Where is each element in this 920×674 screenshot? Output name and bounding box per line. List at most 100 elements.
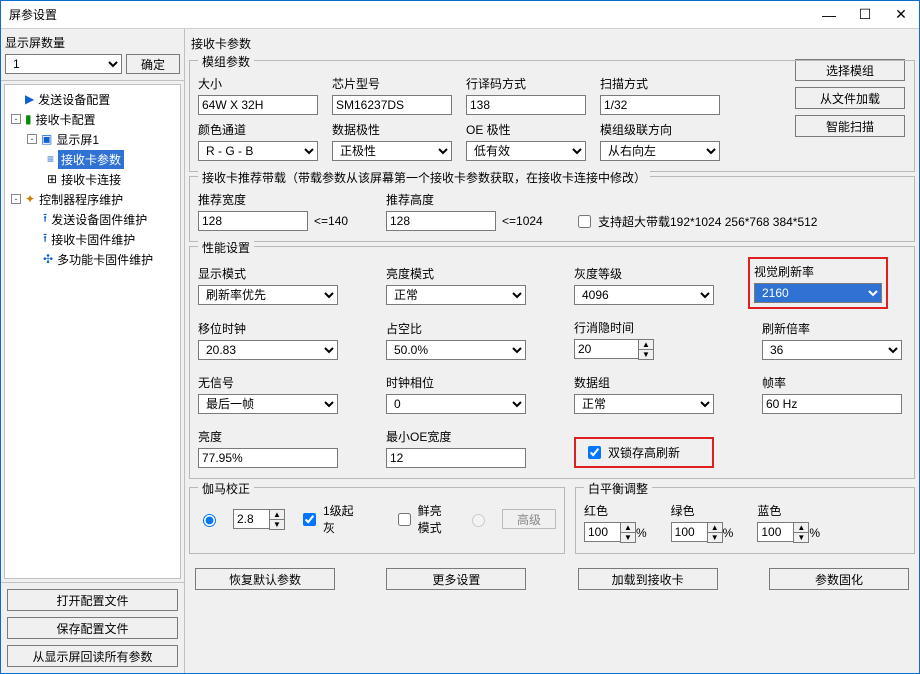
wb-g-field[interactable] [671,522,707,542]
cascade-select[interactable]: 从右向左 [600,141,720,161]
wb-b-field[interactable] [757,522,793,542]
bright-mode-select[interactable]: 正常 [386,285,526,305]
module-legend: 模组参数 [198,53,254,70]
vivid-checkbox[interactable]: 鲜亮模式 [394,502,453,536]
decode-field [466,95,586,115]
rec-h-hint: <=1024 [502,214,543,228]
spin-down[interactable]: ▼ [620,532,636,543]
gamma-radio[interactable] [198,511,219,527]
clk-phase-label: 时钟相位 [386,374,526,391]
minimize-button[interactable]: — [811,1,847,28]
spin-up[interactable]: ▲ [793,522,809,532]
size-field [198,95,318,115]
disp-mode-select[interactable]: 刷新率优先 [198,285,338,305]
confirm-button[interactable]: 确定 [126,54,180,74]
tree-multi-fw[interactable]: ✣ 多功能卡固件维护 [7,249,178,269]
duty-select[interactable]: 50.0% [386,340,526,360]
spin-down[interactable]: ▼ [793,532,809,543]
min-oe-label: 最小OE宽度 [386,428,526,445]
chip-field [332,95,452,115]
dual-latch-checkbox[interactable]: 双锁存高刷新 [574,437,714,468]
wb-g-label: 绿色 [671,502,734,519]
decode-label: 行译码方式 [466,75,586,92]
spin-down[interactable]: ▼ [707,532,723,543]
advanced-button: 高级 [502,509,556,529]
duty-label: 占空比 [386,320,526,337]
color-select[interactable]: R - G - B [198,141,318,161]
perf-legend: 性能设置 [198,239,254,256]
clk-phase-select[interactable]: 0 [386,394,526,414]
adv-radio[interactable] [467,511,488,527]
tree-display1[interactable]: - ▣ 显示屏1 [7,129,178,149]
tree-recv-params[interactable]: ≡ 接收卡参数 [7,149,178,169]
blank-field[interactable] [574,339,638,359]
spin-down[interactable]: ▼ [269,519,285,530]
open-config-button[interactable]: 打开配置文件 [7,589,178,611]
oe-label: OE 极性 [466,121,586,138]
polarity-select[interactable]: 正极性 [332,141,452,161]
upload-icon: ⭱ [43,209,47,230]
data-group-select[interactable]: 正常 [574,394,714,414]
gray-label: 灰度等级 [574,265,714,282]
spin-up[interactable]: ▲ [269,509,285,519]
maximize-button[interactable]: ☐ [847,1,883,28]
gray-select[interactable]: 4096 [574,285,714,305]
tree-send-fw[interactable]: ⭱ 发送设备固件维护 [7,209,178,229]
card-icon: ▮ [25,112,32,126]
performance-group: 性能设置 显示模式刷新率优先 亮度模式正常 灰度等级4096 视觉刷新率 216… [189,246,915,479]
color-label: 颜色通道 [198,121,318,138]
blank-label: 行消隐时间 [574,319,714,336]
collapse-icon[interactable]: - [11,114,21,124]
oe-select[interactable]: 低有效 [466,141,586,161]
readback-button[interactable]: 从显示屏回读所有参数 [7,645,178,667]
restore-defaults-button[interactable]: 恢复默认参数 [195,568,335,590]
save-config-button[interactable]: 保存配置文件 [7,617,178,639]
display-count-select[interactable]: 1 [5,54,122,74]
nosig-select[interactable]: 最后一帧 [198,394,338,414]
cascade-label: 模组级联方向 [600,121,720,138]
spin-up[interactable]: ▲ [620,522,636,532]
vrr-label: 视觉刷新率 [754,263,882,280]
gamma-group: 伽马校正 ▲▼ 1级起灰 鲜亮模式 高级 [189,487,565,554]
recload-legend: 接收卡推荐带载（带载参数从该屏幕第一个接收卡参数获取，在接收卡连接中修改） [198,169,650,186]
rec-h-label: 推荐高度 [386,191,526,208]
gamma-legend: 伽马校正 [198,480,254,497]
rec-h-field[interactable] [386,211,496,231]
wb-r-field[interactable] [584,522,620,542]
refresh-mul-select[interactable]: 36 [762,340,902,360]
big-load-checkbox[interactable]: 支持超大带载192*1024 256*768 384*512 [574,212,817,231]
wb-group: 白平衡调整 红色 ▲▼% 绿色 ▲▼% 蓝色 ▲▼% [575,487,915,554]
frame-field [762,394,902,414]
collapse-icon[interactable]: - [27,134,37,144]
tree-recv-fw[interactable]: ⭱ 接收卡固件维护 [7,229,178,249]
disp-mode-label: 显示模式 [198,265,338,282]
tree-ctrl-maint[interactable]: - ✦ 控制器程序维护 [7,189,178,209]
more-settings-button[interactable]: 更多设置 [386,568,526,590]
spin-up[interactable]: ▲ [638,339,654,349]
collapse-icon[interactable]: - [11,194,21,204]
load-to-card-button[interactable]: 加载到接收卡 [578,568,718,590]
min-oe-field [386,448,526,468]
scan-label: 扫描方式 [600,75,720,92]
size-label: 大小 [198,75,318,92]
shift-label: 移位时钟 [198,320,338,337]
bright-field [198,448,338,468]
shift-select[interactable]: 20.83 [198,340,338,360]
close-button[interactable]: ✕ [883,1,919,28]
chip-label: 芯片型号 [332,75,452,92]
solidify-button[interactable]: 参数固化 [769,568,909,590]
bright-label: 亮度 [198,428,338,445]
config-tree[interactable]: ▶ 发送设备配置 - ▮ 接收卡配置 - ▣ 显示屏1 ≡ 接收卡参数 [4,84,181,579]
spin-up[interactable]: ▲ [707,522,723,532]
tree-recv-conn[interactable]: ⊞ 接收卡连接 [7,169,178,189]
tree-send-config[interactable]: ▶ 发送设备配置 [7,89,178,109]
gamma-from1-checkbox[interactable]: 1级起灰 [299,502,354,536]
scan-field [600,95,720,115]
vrr-select[interactable]: 2160 [754,283,882,303]
recommended-load-group: 接收卡推荐带载（带载参数从该屏幕第一个接收卡参数获取，在接收卡连接中修改） 推荐… [189,176,915,242]
spin-down[interactable]: ▼ [638,349,654,360]
nosig-label: 无信号 [198,374,338,391]
tree-recv-config[interactable]: - ▮ 接收卡配置 [7,109,178,129]
gamma-value[interactable] [233,509,269,529]
rec-w-field[interactable] [198,211,308,231]
